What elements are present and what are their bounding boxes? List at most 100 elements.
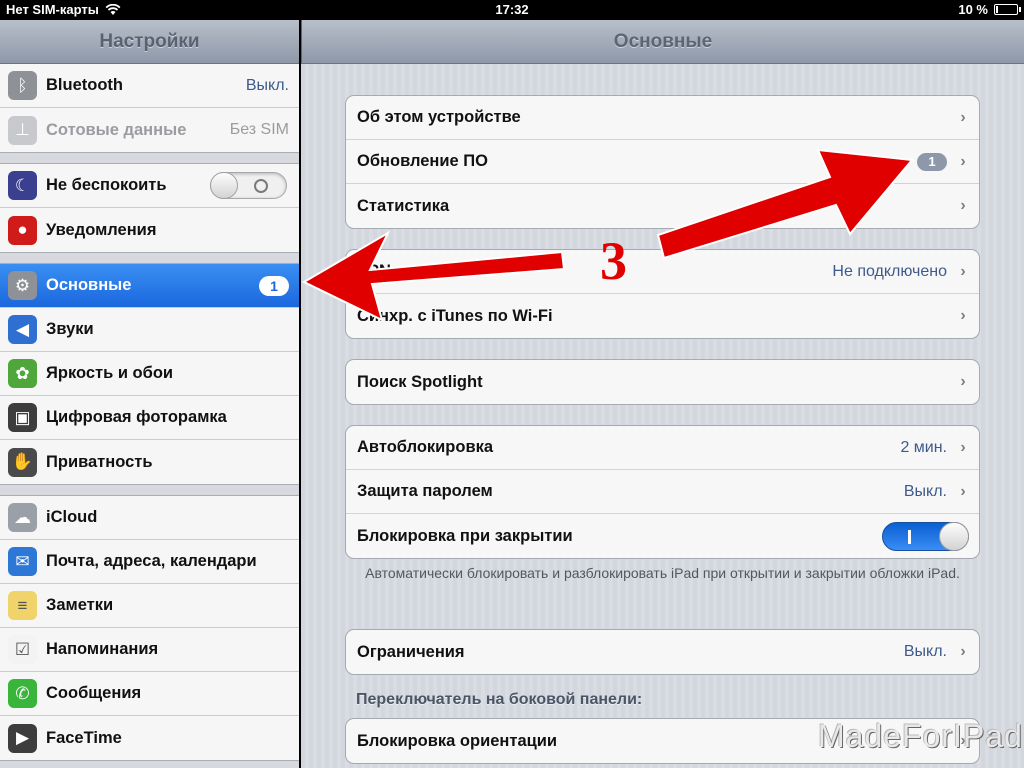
notifications-icon: ●	[8, 215, 37, 245]
sidebar-item-value: Без SIM	[229, 121, 289, 138]
settings-sidebar: Настройки ᛒ Bluetooth Выкл. ⊥ Сотовые данные…	[0, 20, 300, 768]
row-label: Поиск Spotlight	[357, 372, 483, 391]
row-label: Защита паролем	[357, 482, 493, 500]
row-label: Синхр. с iTunes по Wi-Fi	[357, 306, 553, 325]
settings-row[interactable]: Обновление ПО 1 ›	[346, 140, 979, 184]
row-label: Статистика	[357, 196, 450, 215]
flower-icon: ✿	[8, 359, 37, 388]
toggle-knob	[210, 172, 238, 199]
row-value: Выкл.	[903, 643, 947, 660]
sidebar-item-label: Напоминания	[46, 640, 159, 658]
row-label: Обновление ПО	[357, 152, 489, 170]
sidebar-item[interactable]: ☑ Напоминания	[0, 628, 299, 672]
sidebar-item[interactable]: ✿ Яркость и обои	[0, 352, 299, 396]
speaker-icon: ◀	[8, 315, 37, 344]
sidebar-item[interactable]: ▶ FaceTime	[0, 716, 299, 760]
chevron-right-icon: ›	[960, 307, 966, 324]
notes-icon: ≡	[8, 591, 37, 620]
settings-row[interactable]: Защита паролем Выкл. ›	[346, 470, 979, 514]
chevron-right-icon: ›	[960, 482, 966, 500]
do-not-disturb-toggle[interactable]	[210, 172, 287, 199]
chevron-right-icon: ›	[960, 438, 966, 456]
sidebar-item[interactable]: ☁ iCloud	[0, 496, 299, 540]
settings-row[interactable]: Блокировка при закрытии	[346, 514, 979, 558]
battery-label: 10 %	[958, 2, 988, 17]
settings-row[interactable]: Поиск Spotlight ›	[346, 360, 979, 404]
sidebar-item[interactable]: ▣ Цифровая фоторамка	[0, 396, 299, 440]
gear-icon: ⚙	[8, 271, 37, 300]
sidebar-group: ᛒ Bluetooth Выкл. ⊥ Сотовые данные Без SIM	[0, 64, 299, 153]
sidebar-item[interactable]: ≡ Заметки	[0, 584, 299, 628]
row-value: Выкл.	[903, 482, 947, 500]
sidebar-item-label: Сотовые данные	[46, 120, 187, 139]
sidebar-item-label: iCloud	[46, 508, 98, 526]
sidebar-item[interactable]: ◀ Звуки	[0, 308, 299, 352]
sidebar-item-label: Заметки	[46, 596, 114, 614]
row-label: VPN	[357, 262, 391, 280]
status-bar: Нет SIM-карты 17:32 10 %	[0, 0, 1024, 20]
moon-icon: ☾	[8, 171, 37, 200]
side-switch-header: Переключатель на боковой панели:	[356, 691, 643, 708]
settings-row[interactable]: Ограничения Выкл. ›	[346, 630, 979, 674]
settings-row[interactable]: Синхр. с iTunes по Wi-Fi ›	[346, 294, 979, 338]
update-badge: 1	[917, 152, 947, 171]
chevron-right-icon: ›	[960, 373, 966, 390]
chevron-right-icon: ›	[960, 152, 966, 170]
row-label: Автоблокировка	[357, 438, 494, 456]
antenna-icon: ⊥	[8, 115, 37, 145]
mail-icon: ✉	[8, 547, 37, 576]
sidebar-title: Настройки	[0, 20, 299, 64]
sidebar-item[interactable]: ᛒ Bluetooth Выкл.	[0, 64, 299, 108]
sidebar-item[interactable]: ✆ Сообщения	[0, 672, 299, 716]
sidebar-item-label: Яркость и обои	[46, 364, 174, 382]
toggle-knob	[939, 521, 969, 551]
status-time: 17:32	[495, 2, 529, 17]
watermark: MadeForIPad.ru	[818, 718, 1024, 754]
sidebar-item-label: Сообщения	[46, 684, 142, 702]
facetime-icon: ▶	[8, 723, 37, 753]
sidebar-item[interactable]: ☾ Не беспокоить	[0, 164, 299, 208]
chevron-right-icon: ›	[960, 197, 966, 214]
group-about: Об этом устройстве › Обновление ПО 1 › Статис…	[345, 95, 980, 229]
sidebar-item[interactable]: ✋ Приватность	[0, 440, 299, 484]
group-spotlight: Поиск Spotlight ›	[345, 359, 980, 405]
row-label: Блокировка при закрытии	[357, 526, 573, 545]
sidebar-item-label: Основные	[46, 276, 132, 294]
row-value: 2 мин.	[900, 438, 947, 456]
cover-lock-toggle[interactable]	[882, 521, 969, 551]
chevron-right-icon: ›	[960, 262, 966, 280]
sidebar-item-label: FaceTime	[46, 728, 122, 747]
settings-row[interactable]: Статистика ›	[346, 184, 979, 228]
chevron-right-icon: ›	[960, 108, 966, 126]
sidebar-item-label: Приватность	[46, 452, 153, 471]
sidebar-item-label: Цифровая фоторамка	[46, 408, 227, 426]
detail-content: Об этом устройстве › Обновление ПО 1 › Статис…	[301, 64, 1024, 768]
battery-icon	[994, 4, 1021, 15]
sidebar-list: ᛒ Bluetooth Выкл. ⊥ Сотовые данные Без SIM ☾ Не…	[0, 64, 299, 761]
sidebar-item-label: Почта, адреса, календари	[46, 552, 257, 570]
settings-row[interactable]: VPN Не подключено ›	[346, 250, 979, 294]
badge: 1	[259, 275, 289, 296]
group-restrictions: Ограничения Выкл. ›	[345, 629, 980, 675]
detail-pane: Основные Об этом устройстве › Обновление П…	[301, 20, 1024, 768]
sidebar-group: ☾ Не беспокоить ● Уведомления	[0, 163, 299, 253]
sidebar-group: ⚙ Основные 1 ◀ Звуки ✿ Яркость и обои ▣ Цифровая…	[0, 263, 299, 485]
settings-row[interactable]: Об этом устройстве ›	[346, 96, 979, 140]
settings-row[interactable]: Автоблокировка 2 мин. ›	[346, 426, 979, 470]
sidebar-item[interactable]: ✉ Почта, адреса, календари	[0, 540, 299, 584]
messages-icon: ✆	[8, 679, 37, 708]
sidebar-group: ☁ iCloud ✉ Почта, адреса, календари ≡ Заметки…	[0, 495, 299, 761]
bluetooth-icon: ᛒ	[8, 71, 37, 100]
reminders-icon: ☑	[8, 635, 37, 664]
sidebar-item[interactable]: ⚙ Основные 1	[0, 264, 299, 308]
sidebar-item-label: Звуки	[46, 320, 94, 338]
chevron-right-icon: ›	[960, 643, 966, 660]
group-lock: Автоблокировка 2 мин. › Защита паролем Выкл.…	[345, 425, 980, 559]
lock-footnote: Автоматически блокировать и разблокирова…	[365, 565, 960, 581]
row-value: Не подключено	[832, 262, 947, 280]
sidebar-item[interactable]: ● Уведомления	[0, 208, 299, 252]
annotation-number: 3	[600, 231, 627, 291]
hand-icon: ✋	[8, 447, 37, 477]
sidebar-item[interactable]: ⊥ Сотовые данные Без SIM	[0, 108, 299, 152]
row-label: Об этом устройстве	[357, 108, 521, 126]
